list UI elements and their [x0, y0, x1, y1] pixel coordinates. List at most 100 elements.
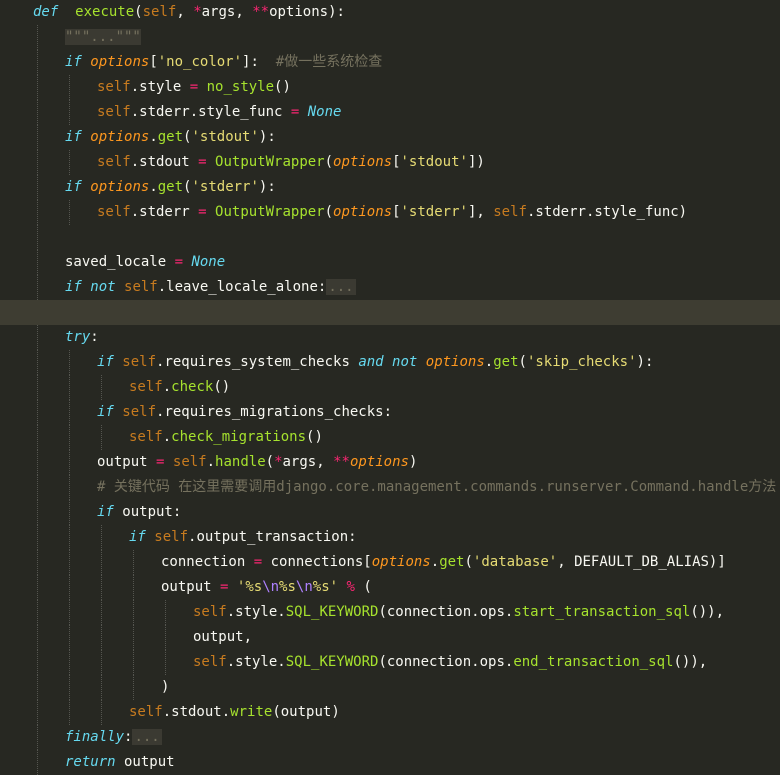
code-token: ,	[176, 4, 194, 20]
code-line[interactable]: if self.requires_migrations_checks:	[0, 400, 780, 425]
indent-guide	[165, 600, 166, 625]
indent-guide	[37, 125, 38, 150]
code-line[interactable]: self.stderr.style_func = None	[0, 100, 780, 125]
code-line[interactable]: # 关键代码 在这里需要调用django.core.management.com…	[0, 475, 780, 500]
code-line[interactable]: if options['no_color']: #做一些系统检查	[0, 50, 780, 75]
indent-guide	[69, 400, 70, 425]
code-line[interactable]: if options.get('stderr'):	[0, 175, 780, 200]
code-line[interactable]: output = self.handle(*args, **options)	[0, 450, 780, 475]
indent-guide	[101, 525, 102, 550]
code-token: .output_transaction:	[188, 529, 357, 545]
code-line[interactable]: if self.requires_system_checks and not o…	[0, 350, 780, 375]
code-token: write	[230, 704, 273, 720]
code-token: check	[171, 379, 214, 395]
code-token: .	[206, 454, 216, 470]
code-token: ):	[636, 354, 654, 370]
code-text: self.stderr.style_func = None	[97, 100, 341, 125]
code-token: =	[198, 154, 207, 170]
code-line[interactable]: self.style = no_style()	[0, 75, 780, 100]
indent-guide	[37, 275, 38, 300]
code-token: return	[65, 754, 116, 770]
code-line[interactable]: finally:...	[0, 725, 780, 750]
code-line[interactable]: self.stderr = OutputWrapper(options['std…	[0, 200, 780, 225]
code-token: self	[97, 79, 131, 95]
code-token: =	[198, 204, 207, 220]
code-token: self	[142, 4, 177, 20]
indent-guide	[69, 575, 70, 600]
indent-guide	[69, 150, 70, 175]
code-text: if options.get('stderr'):	[65, 175, 276, 200]
indent-guide	[37, 75, 38, 100]
code-token: (	[265, 454, 275, 470]
code-token: output	[115, 754, 175, 770]
code-token: execute	[75, 4, 135, 20]
code-text: self.style.SQL_KEYWORD(connection.ops.en…	[193, 650, 707, 675]
code-line[interactable]: self.stdout.write(output)	[0, 700, 780, 725]
current-line[interactable]	[0, 300, 780, 325]
code-line[interactable]: output = '%s\n%s\n%s' % (	[0, 575, 780, 600]
code-line[interactable]	[0, 225, 780, 250]
code-text: output,	[193, 625, 252, 650]
code-text: if options.get('stdout'):	[65, 125, 276, 150]
fold-marker[interactable]: ...	[132, 729, 162, 745]
code-line[interactable]: """..."""	[0, 25, 780, 50]
code-token: connection	[161, 554, 254, 570]
code-token: .style	[130, 79, 190, 95]
code-text: output = self.handle(*args, **options)	[97, 450, 417, 475]
code-line[interactable]: saved_locale = None	[0, 250, 780, 275]
code-line[interactable]: if self.output_transaction:	[0, 525, 780, 550]
fold-marker[interactable]: ...	[326, 279, 356, 295]
code-line[interactable]: return output	[0, 750, 780, 775]
code-token: self	[129, 429, 163, 445]
indent-guide	[37, 50, 38, 75]
fold-marker[interactable]: """..."""	[65, 29, 141, 45]
indent-guide	[37, 350, 38, 375]
code-text: if options['no_color']: #做一些系统检查	[65, 50, 382, 75]
code-line[interactable]: self.check_migrations()	[0, 425, 780, 450]
code-line[interactable]: output,	[0, 625, 780, 650]
indent-guide	[165, 625, 166, 650]
code-token: .	[162, 429, 172, 445]
code-token: saved_locale	[65, 254, 175, 270]
code-token: 'stderr'	[400, 204, 468, 220]
code-line[interactable]: if options.get('stdout'):	[0, 125, 780, 150]
code-line[interactable]: connection = connections[options.get('da…	[0, 550, 780, 575]
indent-guide	[69, 375, 70, 400]
code-token: self	[124, 279, 158, 295]
code-line[interactable]: if output:	[0, 500, 780, 525]
code-token: .stderr.style_func)	[526, 204, 688, 220]
code-token: .	[149, 129, 158, 145]
code-text: saved_locale = None	[65, 250, 225, 275]
code-token: if not	[65, 279, 116, 295]
code-line[interactable]: self.check()	[0, 375, 780, 400]
code-token: (output)	[272, 704, 340, 720]
code-token: options	[425, 354, 485, 370]
code-line[interactable]: )	[0, 675, 780, 700]
code-line[interactable]: try:	[0, 325, 780, 350]
code-token: ):	[258, 179, 276, 195]
code-line[interactable]: def execute(self, *args, **options):	[0, 0, 780, 25]
code-token: if	[129, 529, 146, 545]
indent-guide	[37, 100, 38, 125]
code-token: 'database'	[472, 554, 558, 570]
indent-guide	[37, 175, 38, 200]
code-line[interactable]: self.style.SQL_KEYWORD(connection.ops.en…	[0, 650, 780, 675]
code-token: output:	[113, 504, 182, 520]
code-token: %	[346, 579, 355, 595]
code-text: try:	[65, 325, 99, 350]
code-token: =	[174, 254, 184, 270]
code-token: #做一些系统检查	[275, 54, 383, 70]
code-line[interactable]: if not self.leave_locale_alone:...	[0, 275, 780, 300]
code-token: .requires_migrations_checks:	[156, 404, 393, 420]
code-line[interactable]: self.style.SQL_KEYWORD(connection.ops.st…	[0, 600, 780, 625]
code-token: get	[157, 129, 184, 145]
code-token: start_transaction_sql	[513, 604, 691, 620]
code-line[interactable]: self.stdout = OutputWrapper(options['std…	[0, 150, 780, 175]
code-token: finally	[65, 729, 125, 745]
code-token: (	[354, 579, 372, 595]
indent-guide	[37, 500, 38, 525]
code-editor[interactable]: def execute(self, *args, **options): """.…	[0, 0, 780, 775]
code-token: connections[	[262, 554, 372, 570]
